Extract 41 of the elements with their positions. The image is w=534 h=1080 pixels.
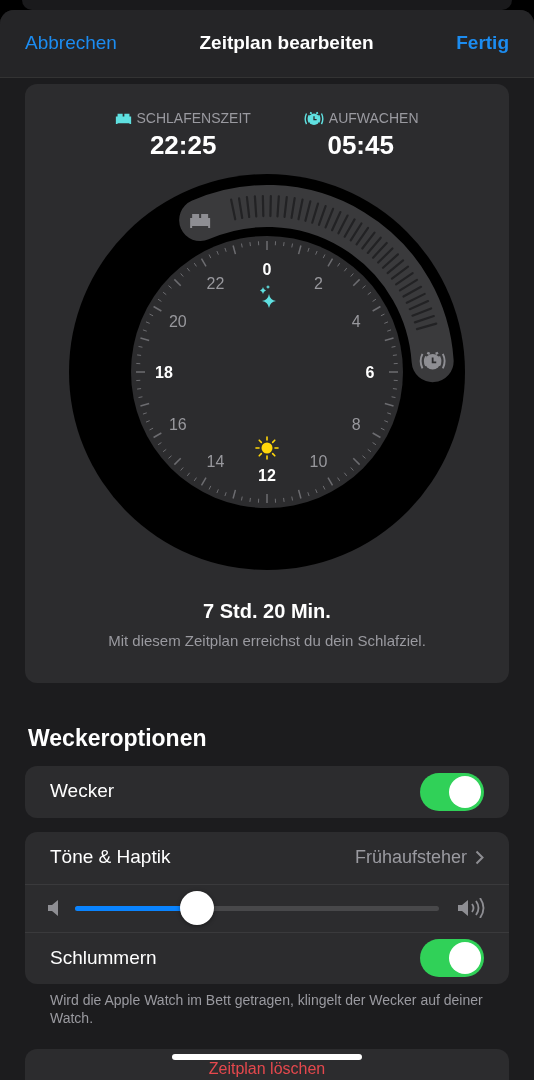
volume-low-icon	[47, 899, 61, 917]
footer-note: Wird die Apple Watch im Bett getragen, klingelt der Wecker auf deiner Watch.	[50, 990, 484, 1027]
slider-thumb[interactable]	[179, 891, 214, 925]
dial-label: 14	[206, 453, 225, 471]
dial-label: 20	[168, 312, 187, 330]
sparkles-icon	[260, 285, 276, 308]
dial-label: 2	[314, 274, 323, 292]
option-label: Schlummern	[50, 945, 157, 970]
window-title: Zeitplan bearbeiten	[199, 31, 374, 56]
bed-icon	[115, 112, 133, 125]
dial-label: 0	[262, 261, 272, 278]
sleep-goal-note: Mit diesem Zeitplan erreichst du dein Schlafziel.	[108, 631, 426, 651]
cancel-button[interactable]: Abbrechen	[25, 29, 117, 58]
time-label: SCHLAFENSZEIT	[136, 109, 251, 128]
time-label: AUFWACHEN	[328, 109, 419, 128]
dial-label: 12	[258, 467, 276, 484]
time-value: 22:25	[148, 132, 218, 158]
volume-high-icon	[457, 898, 487, 918]
done-button[interactable]: Fertig	[456, 29, 509, 58]
volume-slider[interactable]	[75, 891, 439, 925]
option-label: Wecker	[50, 779, 115, 804]
alarm-clock-icon[interactable]	[419, 351, 446, 370]
toggle-switch[interactable]	[420, 772, 484, 811]
alarm-clock-icon	[302, 109, 325, 128]
sun-icon	[255, 436, 279, 460]
dial-label: 16	[168, 415, 187, 433]
toggle-switch[interactable]	[420, 939, 484, 977]
time-value: 05:45	[326, 132, 395, 158]
option-value: Frühaufsteher	[354, 846, 467, 869]
option-label: Töne & Haptik	[50, 845, 171, 870]
dial-label: 8	[351, 415, 361, 433]
dial-label: 18	[155, 364, 173, 381]
bed-icon[interactable]	[190, 214, 211, 229]
dial-label: 6	[365, 364, 375, 381]
dial-label: 10	[309, 453, 328, 471]
section-heading: Weckeroptionen	[28, 724, 208, 753]
dial-label: 22	[206, 274, 225, 292]
chevron-icon	[475, 850, 484, 865]
dial-label: 4	[351, 312, 361, 330]
delete-schedule-button[interactable]: Zeitplan löschen	[25, 1048, 509, 1080]
sleep-duration: 7 Std. 20 Min.	[203, 599, 331, 624]
